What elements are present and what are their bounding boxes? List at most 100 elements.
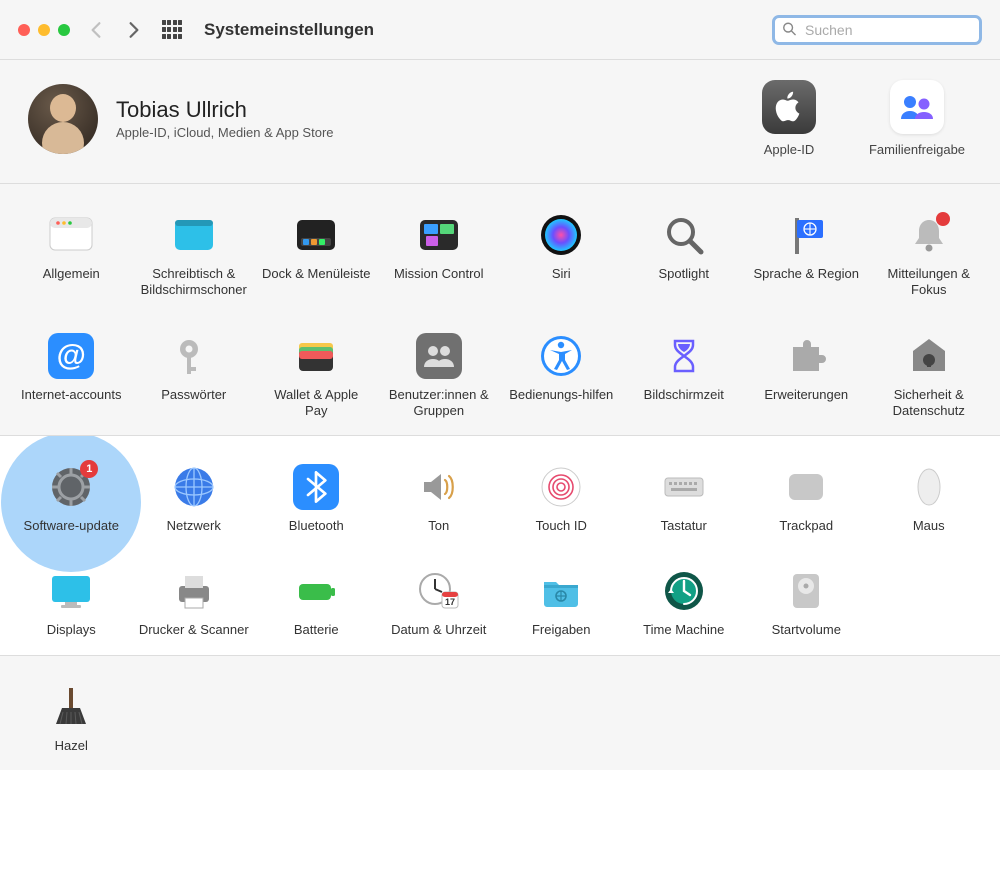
user-section: Tobias Ullrich Apple-ID, iCloud, Medien …	[0, 60, 1000, 183]
pref-keyboard[interactable]: Tastatur	[623, 460, 746, 538]
label: Schreibtisch & Bildschirmschoner	[139, 266, 249, 299]
label: Freigaben	[532, 622, 591, 638]
at-icon: @	[48, 333, 94, 379]
pref-printers[interactable]: Drucker & Scanner	[133, 564, 256, 642]
family-sharing-item[interactable]: Familienfreigabe	[862, 80, 972, 157]
pref-general[interactable]: Allgemein	[10, 208, 133, 303]
pref-trackpad[interactable]: Trackpad	[745, 460, 868, 538]
pref-wallet[interactable]: Wallet & Apple Pay	[255, 329, 378, 424]
forward-button[interactable]	[122, 15, 146, 45]
search-input[interactable]	[772, 15, 982, 45]
apple-logo-icon	[762, 80, 816, 134]
label: Mitteilungen & Fokus	[874, 266, 984, 299]
label: Drucker & Scanner	[139, 622, 249, 638]
prefs-section-2: 1 Software-update Netzwerk Bluetooth Ton	[0, 435, 1000, 655]
apps-grid-icon	[162, 20, 182, 40]
label: Tastatur	[661, 518, 707, 534]
pref-security[interactable]: Sicherheit & Datenschutz	[868, 329, 991, 424]
label: Bedienungs-hilfen	[509, 387, 613, 403]
apple-id-item[interactable]: Apple-ID	[734, 80, 844, 157]
label: Allgemein	[43, 266, 100, 282]
prefs-grid-row3: 1 Software-update Netzwerk Bluetooth Ton	[0, 460, 1000, 538]
window-controls	[18, 24, 70, 36]
pref-users-groups[interactable]: Benutzer:innen & Gruppen	[378, 329, 501, 424]
gear-icon: 1	[48, 464, 94, 510]
users-icon	[416, 333, 462, 379]
pref-date-time[interactable]: 17 Datum & Uhrzeit	[378, 564, 501, 642]
globe-icon	[171, 464, 217, 510]
pref-sound[interactable]: Ton	[378, 460, 501, 538]
label: Hazel	[55, 738, 88, 754]
back-button[interactable]	[84, 15, 108, 45]
apple-id-label: Apple-ID	[734, 142, 844, 157]
bluetooth-icon	[293, 464, 339, 510]
pref-displays[interactable]: Displays	[10, 564, 133, 642]
pref-hazel[interactable]: Hazel	[10, 680, 133, 758]
hourglass-icon	[661, 333, 707, 379]
label: Startvolume	[772, 622, 841, 638]
label: Passwörter	[161, 387, 226, 403]
pref-extensions[interactable]: Erweiterungen	[745, 329, 868, 424]
label: Sicherheit & Datenschutz	[874, 387, 984, 420]
desktop-icon	[171, 212, 217, 258]
pref-sharing[interactable]: Freigaben	[500, 564, 623, 642]
pref-time-machine[interactable]: Time Machine	[623, 564, 746, 642]
window-title: Systemeinstellungen	[204, 20, 374, 40]
close-button[interactable]	[18, 24, 30, 36]
all-prefs-button[interactable]	[160, 15, 184, 45]
avatar[interactable]	[28, 84, 98, 154]
toolbar: Systemeinstellungen	[0, 0, 1000, 60]
user-info[interactable]: Tobias Ullrich Apple-ID, iCloud, Medien …	[116, 97, 334, 140]
clock-calendar-icon: 17	[416, 568, 462, 614]
fingerprint-icon	[538, 464, 584, 510]
family-icon	[890, 80, 944, 134]
keyboard-icon	[661, 464, 707, 510]
speaker-icon	[416, 464, 462, 510]
label: Batterie	[294, 622, 339, 638]
time-machine-icon	[661, 568, 707, 614]
label: Maus	[913, 518, 945, 534]
label: Siri	[552, 266, 571, 282]
pref-startup-disk[interactable]: Startvolume	[745, 564, 868, 642]
general-icon	[48, 212, 94, 258]
pref-touch-id[interactable]: Touch ID	[500, 460, 623, 538]
display-icon	[48, 568, 94, 614]
bell-icon	[906, 212, 952, 258]
pref-network[interactable]: Netzwerk	[133, 460, 256, 538]
pref-mission-control[interactable]: Mission Control	[378, 208, 501, 303]
label: Software-update	[24, 518, 119, 534]
region-icon	[783, 212, 829, 258]
prefs-section-1: Allgemein Schreibtisch & Bildschirmschon…	[0, 183, 1000, 435]
pref-bluetooth[interactable]: Bluetooth	[255, 460, 378, 538]
user-subtitle: Apple-ID, iCloud, Medien & App Store	[116, 125, 334, 140]
pref-mouse[interactable]: Maus	[868, 460, 991, 538]
pref-passwords[interactable]: Passwörter	[133, 329, 256, 424]
pref-accessibility[interactable]: Bedienungs-hilfen	[500, 329, 623, 424]
pref-desktop[interactable]: Schreibtisch & Bildschirmschoner	[133, 208, 256, 303]
user-name: Tobias Ullrich	[116, 97, 334, 123]
label: Touch ID	[536, 518, 587, 534]
pref-software-update[interactable]: 1 Software-update	[10, 460, 133, 538]
notification-badge	[936, 212, 950, 226]
pref-spotlight[interactable]: Spotlight	[623, 208, 746, 303]
pref-notifications[interactable]: Mitteilungen & Fokus	[868, 208, 991, 303]
spotlight-icon	[661, 212, 707, 258]
label: Datum & Uhrzeit	[391, 622, 486, 638]
pref-internet-accounts[interactable]: @ Internet-accounts	[10, 329, 133, 424]
pref-battery[interactable]: Batterie	[255, 564, 378, 642]
pref-dock[interactable]: Dock & Menüleiste	[255, 208, 378, 303]
minimize-button[interactable]	[38, 24, 50, 36]
fullscreen-button[interactable]	[58, 24, 70, 36]
battery-icon	[293, 568, 339, 614]
puzzle-icon	[783, 333, 829, 379]
mouse-icon	[906, 464, 952, 510]
prefs-grid-row1: Allgemein Schreibtisch & Bildschirmschon…	[0, 208, 1000, 303]
prefs-grid-row5: Hazel	[0, 680, 1000, 758]
pref-screentime[interactable]: Bildschirmzeit	[623, 329, 746, 424]
label: Ton	[428, 518, 449, 534]
disk-icon	[783, 568, 829, 614]
pref-language-region[interactable]: Sprache & Region	[745, 208, 868, 303]
folder-icon	[538, 568, 584, 614]
pref-siri[interactable]: Siri	[500, 208, 623, 303]
label: Bildschirmzeit	[644, 387, 724, 403]
